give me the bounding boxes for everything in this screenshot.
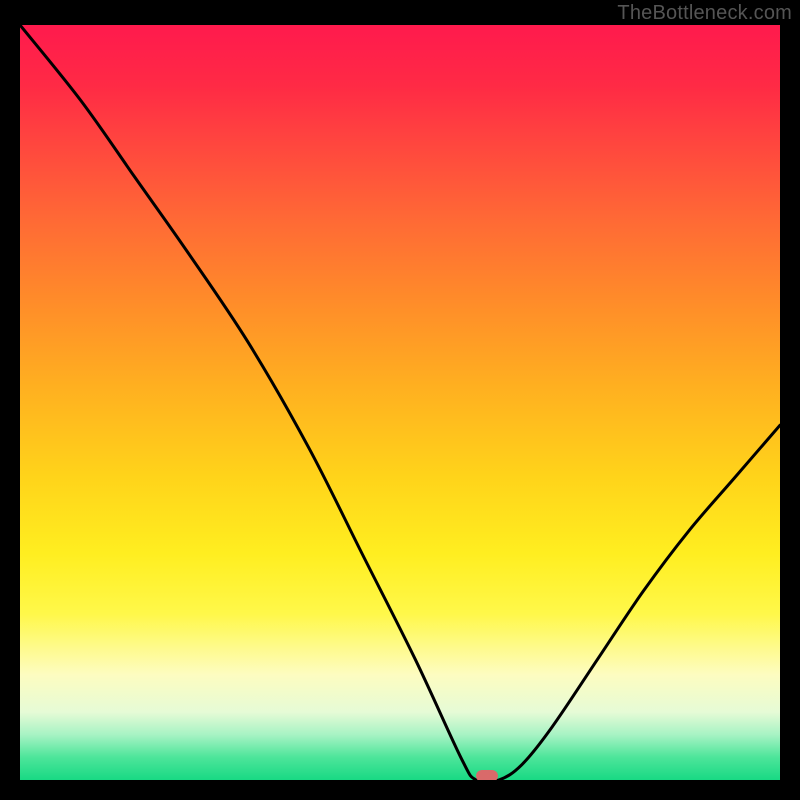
- plot-area: [20, 25, 780, 780]
- watermark-text: TheBottleneck.com: [617, 2, 792, 25]
- bottleneck-curve: [20, 25, 780, 780]
- chart-frame: TheBottleneck.com: [0, 0, 800, 800]
- optimal-marker: [476, 770, 498, 780]
